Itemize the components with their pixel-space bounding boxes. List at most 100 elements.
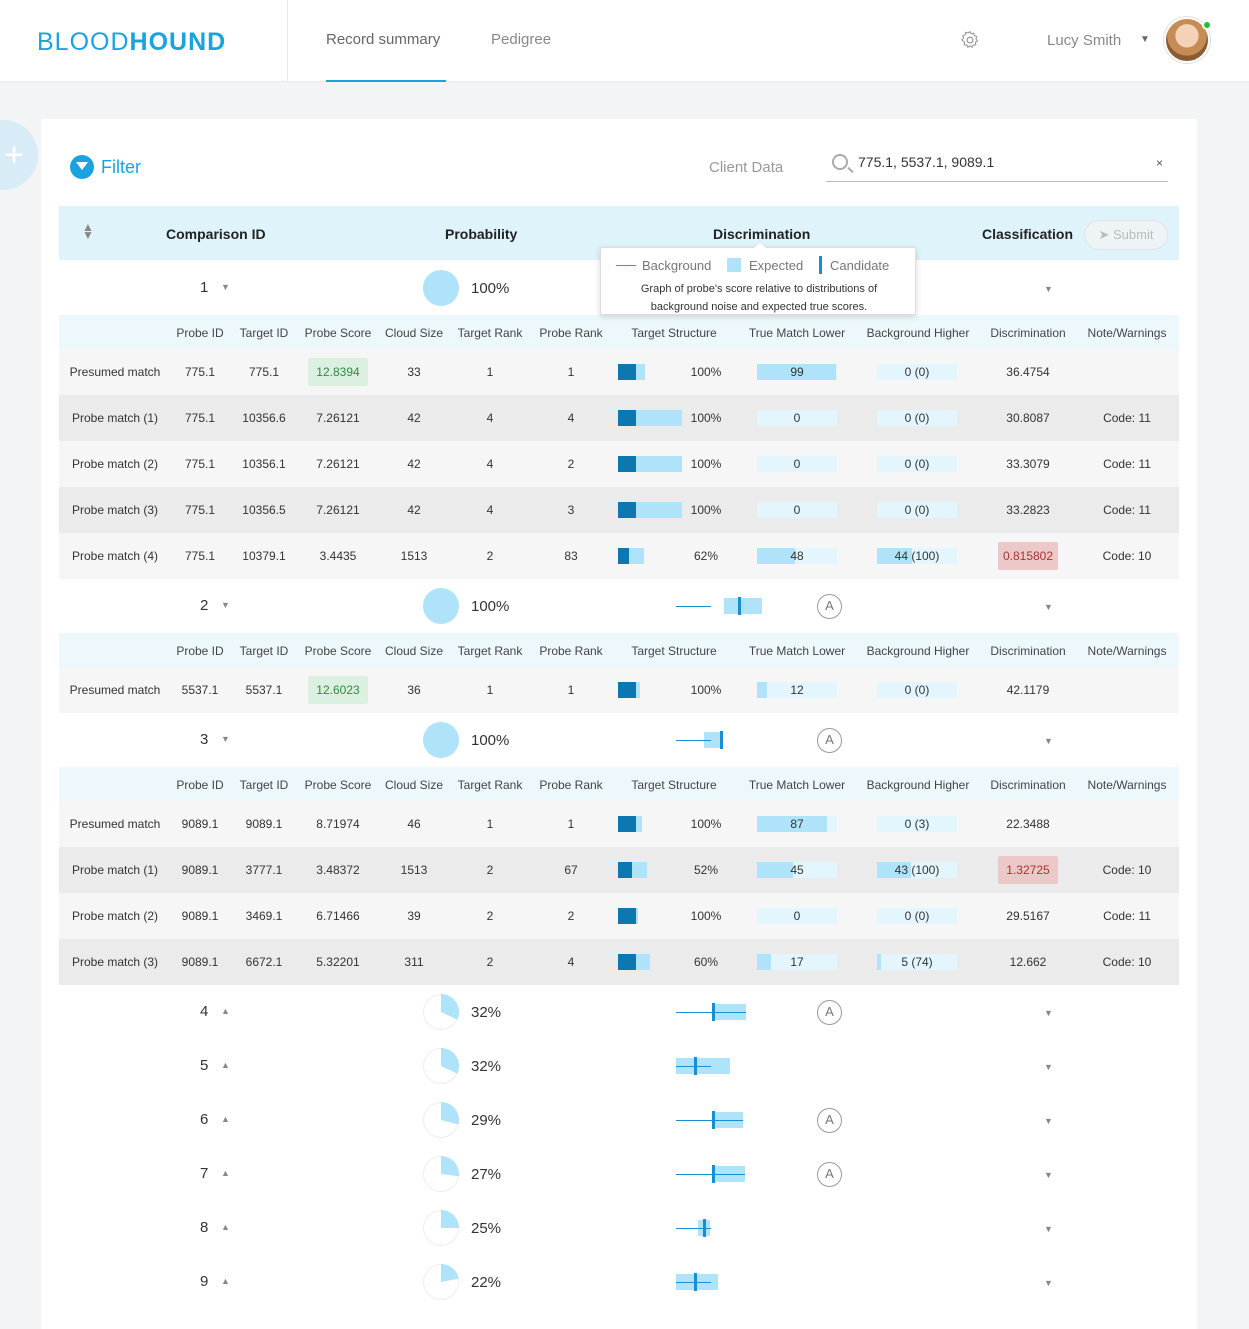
true-match-lower-bar: 45 — [757, 862, 837, 878]
true-match-lower-bar: 0 — [757, 456, 837, 472]
comparison-row[interactable]: 7 ▲ 27% A ▼ — [59, 1147, 1179, 1201]
classification-dropdown-chevron-down-icon[interactable]: ▼ — [1044, 1170, 1053, 1180]
background-higher-bar: 0 (0) — [877, 908, 957, 924]
collapse-chevron-down-icon[interactable]: ▼ — [221, 600, 230, 610]
detail-column-header: True Match Lower — [748, 644, 846, 658]
header-comparison-id[interactable]: Comparison ID — [166, 226, 266, 242]
comparison-id: 8 — [200, 1219, 209, 1236]
comparison-id: 5 — [200, 1057, 209, 1074]
true-match-lower-bar: 12 — [757, 682, 837, 698]
tab-record-summary[interactable]: Record summary — [326, 31, 440, 48]
expand-chevron-up-icon[interactable]: ▲ — [221, 1060, 230, 1070]
gear-icon[interactable] — [960, 30, 980, 50]
classification-dropdown-chevron-down-icon[interactable]: ▼ — [1044, 1278, 1053, 1288]
probability-value: 100% — [471, 280, 510, 297]
detail-column-header: Note/Warnings — [1087, 778, 1167, 792]
expand-chevron-up-icon[interactable]: ▲ — [221, 1276, 230, 1286]
table-row[interactable]: Probe match (3) 9089.1 6672.1 5.32201 311 2 4 6… — [59, 939, 1179, 985]
true-match-lower-bar: 99 — [757, 364, 837, 380]
background-higher-value: 0 (0) — [904, 683, 930, 697]
expand-chevron-up-icon[interactable]: ▲ — [221, 1168, 230, 1178]
classification-dropdown-chevron-down-icon[interactable]: ▼ — [1044, 284, 1053, 294]
auto-classified-badge[interactable]: A — [817, 594, 842, 619]
probe-rank: 1 — [567, 817, 575, 831]
target-structure-dark — [618, 548, 629, 564]
target-id: 775.1 — [248, 365, 280, 379]
background-higher-bar: 0 (0) — [877, 364, 957, 380]
true-match-lower-bar: 0 — [757, 502, 837, 518]
classification-dropdown-chevron-down-icon[interactable]: ▼ — [1044, 736, 1053, 746]
header-classification[interactable]: Classification — [982, 226, 1073, 242]
comparison-row[interactable]: 5 ▲ 32% ▼ — [59, 1039, 1179, 1093]
comparison-row[interactable]: 2 ▼ 100% A ▼ — [59, 579, 1179, 633]
discrimination-value: 42.1179 — [1006, 683, 1050, 697]
classification-dropdown-chevron-down-icon[interactable]: ▼ — [1044, 1062, 1053, 1072]
plus-icon[interactable]: + — [0, 120, 38, 190]
auto-classified-badge[interactable]: A — [817, 1108, 842, 1133]
probability-pie — [423, 1102, 459, 1138]
filter-button[interactable]: Filter — [101, 157, 141, 178]
expand-chevron-up-icon[interactable]: ▲ — [221, 1222, 230, 1232]
search-input[interactable] — [858, 154, 1138, 170]
table-row[interactable]: Probe match (2) 775.1 10356.1 7.26121 42 4 2 10… — [59, 441, 1179, 487]
comparison-id: 2 — [200, 597, 209, 614]
comparison-row[interactable]: 6 ▲ 29% A ▼ — [59, 1093, 1179, 1147]
auto-classified-badge[interactable]: A — [817, 1000, 842, 1025]
collapse-chevron-down-icon[interactable]: ▼ — [221, 734, 230, 744]
comparison-row[interactable]: 4 ▲ 32% A ▼ — [59, 985, 1179, 1039]
background-higher-value: 44 (100) — [894, 549, 940, 563]
table-row[interactable]: Probe match (4) 775.1 10379.1 3.4435 1513 2 83… — [59, 533, 1179, 579]
expand-chevron-up-icon[interactable]: ▲ — [221, 1114, 230, 1124]
tab-pedigree[interactable]: Pedigree — [491, 31, 551, 48]
target-structure-pct: 100% — [690, 817, 722, 831]
sort-icon[interactable]: ▲ ▼ — [82, 221, 94, 241]
comparison-row[interactable]: 9 ▲ 22% ▼ — [59, 1255, 1179, 1309]
submit-button[interactable]: ➤ Submit — [1084, 220, 1168, 250]
user-menu-chevron-down-icon[interactable]: ▼ — [1140, 34, 1150, 45]
detail-header-row: Probe ID Target ID Probe Score Cloud Size Ta… — [59, 633, 1179, 667]
close-icon[interactable]: × — [1156, 156, 1163, 170]
probability-pie — [423, 994, 460, 1030]
candidate-marker — [694, 1273, 697, 1291]
probability-value: 22% — [471, 1274, 502, 1291]
target-structure-dark — [618, 502, 636, 518]
comparison-row[interactable]: 3 ▼ 100% A ▼ — [59, 713, 1179, 767]
expand-chevron-up-icon[interactable]: ▲ — [221, 1006, 230, 1016]
auto-classified-badge[interactable]: A — [817, 728, 842, 753]
app-logo[interactable]: BLOODHOUND — [37, 28, 226, 57]
discrimination-value: 22.3488 — [1006, 817, 1050, 831]
true-match-lower-value: 0 — [793, 457, 801, 471]
background-higher-value: 0 (0) — [904, 503, 930, 517]
table-row[interactable]: Probe match (2) 9089.1 3469.1 6.71466 39 2 2 10… — [59, 893, 1179, 939]
table-row[interactable]: Presumed match 9089.1 9089.1 8.71974 46 1 1 100… — [59, 801, 1179, 847]
classification-dropdown-chevron-down-icon[interactable]: ▼ — [1044, 1116, 1053, 1126]
active-tab-indicator — [326, 80, 446, 82]
auto-classified-badge[interactable]: A — [817, 1162, 842, 1187]
header-discrimination[interactable]: Discrimination — [713, 226, 810, 242]
header-probability[interactable]: Probability — [445, 226, 517, 242]
logo-bold: HOUND — [129, 28, 227, 56]
table-row[interactable]: Probe match (3) 775.1 10356.5 7.26121 42 4 3 10… — [59, 487, 1179, 533]
probe-rank: 2 — [567, 909, 575, 923]
classification-dropdown-chevron-down-icon[interactable]: ▼ — [1044, 1008, 1053, 1018]
table-row[interactable]: Presumed match 775.1 775.1 12.8394 33 1 1 100% 9… — [59, 349, 1179, 395]
legend-expected: Expected — [749, 258, 804, 273]
expected-distribution — [724, 598, 762, 614]
comparison-row[interactable]: 8 ▲ 25% ▼ — [59, 1201, 1179, 1255]
user-name[interactable]: Lucy Smith — [1047, 32, 1121, 49]
classification-dropdown-chevron-down-icon[interactable]: ▼ — [1044, 602, 1053, 612]
classification-dropdown-chevron-down-icon[interactable]: ▼ — [1044, 1224, 1053, 1234]
true-match-lower-value: 0 — [793, 909, 801, 923]
search-box: × — [826, 148, 1168, 182]
collapse-chevron-down-icon[interactable]: ▼ — [221, 282, 230, 292]
table-row[interactable]: Presumed match 5537.1 5537.1 12.6023 36 1 1 100… — [59, 667, 1179, 713]
probe-rank: 83 — [564, 549, 578, 563]
candidate-marker — [738, 597, 741, 615]
table-row[interactable]: Probe match (1) 9089.1 3777.1 3.48372 1513 2 6… — [59, 847, 1179, 893]
candidate-marker — [694, 1057, 697, 1075]
table-row[interactable]: Probe match (1) 775.1 10356.6 7.26121 42 4 4 10… — [59, 395, 1179, 441]
detail-column-header: Background Higher — [866, 644, 970, 658]
filter-icon[interactable] — [70, 155, 94, 179]
comparison-id: 9 — [200, 1273, 209, 1290]
target-structure-dark — [618, 862, 633, 878]
